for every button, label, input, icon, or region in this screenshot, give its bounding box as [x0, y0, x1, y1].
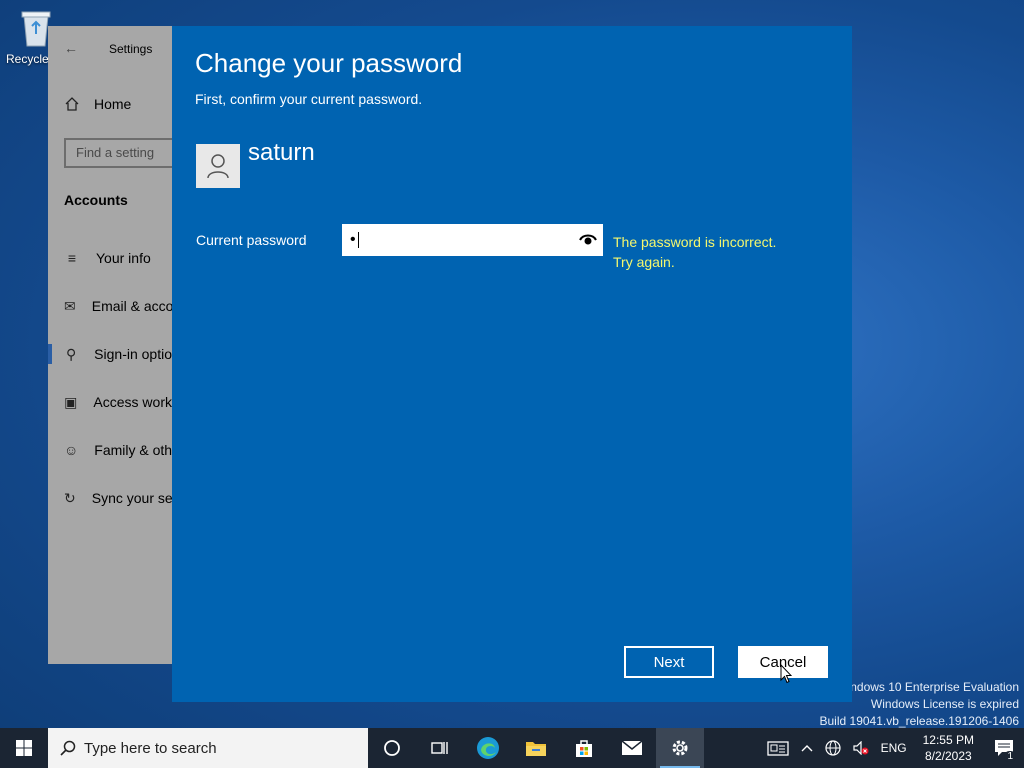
- mail-icon: [621, 740, 643, 755]
- notification-count-badge: 1: [1004, 751, 1016, 762]
- nav-item-label: Sync your se: [91, 490, 172, 506]
- nav-item-sign-in-options[interactable]: ⚲ Sign-in optio: [48, 334, 172, 374]
- user-icon: [207, 154, 229, 179]
- windows-logo-icon: [16, 740, 32, 756]
- volume-muted-icon: [853, 741, 869, 755]
- task-view-icon: [431, 742, 448, 754]
- username: saturn: [248, 139, 315, 166]
- password-error-message: The password is incorrect. Try again.: [613, 232, 776, 272]
- start-button[interactable]: [0, 728, 48, 768]
- taskbar-edge[interactable]: [464, 728, 512, 768]
- back-arrow-icon[interactable]: ←: [64, 40, 78, 56]
- volume-status[interactable]: [847, 741, 875, 755]
- home-icon: [65, 97, 79, 111]
- error-line2: Try again.: [613, 254, 675, 270]
- settings-title: Settings: [109, 42, 153, 56]
- current-password-field[interactable]: •: [342, 224, 603, 256]
- cortana-icon: [384, 740, 400, 756]
- news-widget[interactable]: [761, 740, 795, 756]
- taskbar-settings[interactable]: [656, 728, 704, 768]
- dialog-subtitle: First, confirm your current password.: [195, 91, 423, 107]
- clock-date: 8/2/2023: [924, 749, 972, 763]
- settings-icon: [672, 740, 688, 756]
- change-password-dialog: Change your password First, confirm your…: [172, 26, 852, 702]
- nav-home[interactable]: Home: [64, 96, 131, 112]
- action-center-button[interactable]: 1: [984, 728, 1024, 768]
- nav-item-access-work[interactable]: ▣ Access work: [48, 382, 172, 422]
- person-add-icon: ☺: [64, 442, 79, 458]
- search-icon: [60, 740, 76, 756]
- avatar: [196, 144, 240, 188]
- taskbar-task-view[interactable]: [416, 728, 464, 768]
- edge-icon: [477, 737, 499, 759]
- clock[interactable]: 12:55 PM 8/2/2023: [913, 732, 984, 764]
- chevron-up-icon: [801, 745, 813, 752]
- taskbar-mail[interactable]: [608, 728, 656, 768]
- nav-item-your-info[interactable]: ≡ Your info: [48, 238, 172, 278]
- nav-item-sync[interactable]: ↻ Sync your se: [48, 478, 172, 518]
- dialog-title: Change your password: [195, 48, 463, 78]
- reveal-password-eye-icon[interactable]: [579, 232, 597, 246]
- error-line1: The password is incorrect.: [613, 234, 777, 250]
- settings-search-input[interactable]: Find a setting: [64, 138, 172, 168]
- nav-item-label: Sign-in optio: [94, 346, 172, 362]
- settings-titlebar: ← Settings: [48, 26, 172, 72]
- nav-item-label: Email & acco: [91, 298, 172, 314]
- mail-icon: ✉: [64, 297, 76, 314]
- settings-window: ← Settings Home Find a setting Accounts …: [48, 26, 172, 664]
- network-status[interactable]: [819, 740, 847, 756]
- person-card-icon: ≡: [67, 250, 77, 266]
- taskbar-search-placeholder: Type here to search: [84, 739, 217, 757]
- system-tray: ENG 12:55 PM 8/2/2023 1: [761, 728, 1024, 768]
- input-language[interactable]: ENG: [875, 741, 913, 755]
- clock-time: 12:55 PM: [922, 733, 974, 747]
- password-value: •: [350, 231, 357, 248]
- section-title: Accounts: [64, 192, 128, 208]
- current-password-label: Current password: [196, 232, 307, 248]
- nav-home-label: Home: [94, 96, 132, 112]
- store-icon: [576, 740, 592, 757]
- taskbar-file-explorer[interactable]: [512, 728, 560, 768]
- globe-icon: [825, 740, 841, 756]
- taskbar-search-box[interactable]: Type here to search: [48, 728, 368, 768]
- key-icon: ⚲: [65, 345, 77, 362]
- nav-item-label: Your info: [96, 250, 151, 266]
- taskbar-store[interactable]: [560, 728, 608, 768]
- show-hidden-icons[interactable]: [795, 744, 819, 752]
- next-button[interactable]: Next: [624, 646, 714, 678]
- taskbar-apps: [368, 728, 704, 768]
- nav-item-label: Family & oth: [94, 442, 172, 458]
- taskbar: Type here to search ENG 12:55 PM 8/2/202…: [0, 728, 1024, 768]
- file-explorer-icon: [526, 742, 546, 756]
- sync-icon: ↻: [64, 489, 76, 506]
- news-icon: [766, 741, 789, 756]
- nav-item-family[interactable]: ☺ Family & oth: [48, 430, 172, 470]
- briefcase-icon: ▣: [64, 393, 78, 410]
- mouse-pointer-icon: [780, 664, 792, 684]
- nav-item-email-accounts[interactable]: ✉ Email & acco: [48, 286, 172, 326]
- nav-item-label: Access work: [93, 394, 172, 410]
- text-caret: [357, 232, 359, 248]
- taskbar-cortana[interactable]: [368, 728, 416, 768]
